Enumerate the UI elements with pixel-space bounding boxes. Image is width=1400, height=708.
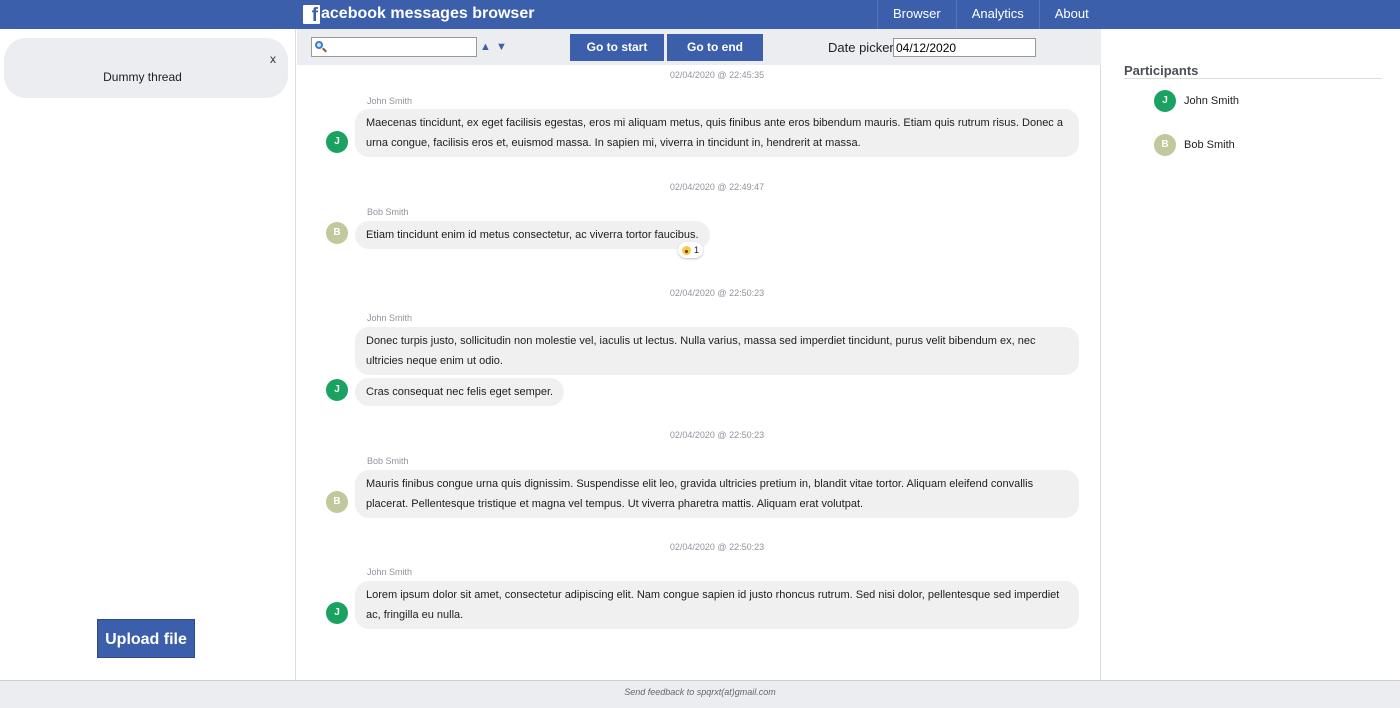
message-bubble: Etiam tincidunt enim id metus consectetu…	[355, 221, 710, 249]
search-box	[311, 37, 477, 57]
date-picker-input[interactable]	[893, 38, 1036, 57]
upload-file-button[interactable]: Upload file	[97, 619, 195, 658]
message-sender: Bob Smith	[367, 456, 409, 466]
message-bubble: Donec turpis justo, sollicitudin non mol…	[355, 327, 1079, 375]
message-timestamp: 02/04/2020 @ 22:50:23	[669, 288, 765, 298]
thread-name: Dummy thread	[103, 70, 182, 84]
participants-sidebar: Participants J John Smith B Bob Smith	[1102, 29, 1400, 680]
message-timestamp: 02/04/2020 @ 22:45:35	[669, 70, 765, 80]
avatar: J	[326, 131, 348, 153]
app-brand[interactable]: f acebook messages browser	[303, 3, 534, 25]
search-icon	[314, 40, 327, 54]
participant-name: Bob Smith	[1184, 139, 1235, 151]
thread-item[interactable]: x Dummy thread	[4, 38, 288, 98]
message-sender: John Smith	[367, 313, 413, 323]
avatar: B	[1154, 134, 1176, 156]
close-thread-icon[interactable]: x	[270, 52, 276, 66]
avatar: J	[1154, 90, 1176, 112]
search-input[interactable]	[319, 38, 476, 56]
message-reaction[interactable]: 1	[678, 242, 704, 258]
nav-about[interactable]: About	[1038, 0, 1104, 29]
app-title: acebook messages browser	[321, 5, 535, 22]
messages-toolbar: ▲ ▼ Go to start Go to end Date picker:	[297, 29, 1101, 65]
message-bubble: Cras consequat nec felis eget semper.	[355, 378, 565, 406]
footer: Send feedback to spqrxt(at)gmail.com	[0, 680, 1400, 708]
wow-emoji-icon	[682, 245, 691, 255]
divider	[1124, 78, 1382, 79]
go-to-start-button[interactable]: Go to start	[570, 34, 664, 61]
participants-title: Participants	[1124, 63, 1199, 78]
search-next-arrow-icon[interactable]: ▼	[496, 40, 507, 54]
reaction-count: 1	[694, 245, 700, 255]
search-prev-arrow-icon[interactable]: ▲	[480, 40, 491, 54]
feedback-text: Send feedback to spqrxt(at)gmail.com	[624, 687, 776, 697]
message-timestamp: 02/04/2020 @ 22:49:47	[669, 182, 765, 192]
avatar: B	[326, 491, 348, 513]
message-sender: John Smith	[367, 567, 413, 577]
avatar: J	[326, 379, 348, 401]
message-timestamp: 02/04/2020 @ 22:50:23	[669, 542, 765, 552]
nav-analytics[interactable]: Analytics	[955, 0, 1039, 29]
participant-item[interactable]: B Bob Smith	[1154, 134, 1235, 156]
message-bubble: Lorem ipsum dolor sit amet, consectetur …	[355, 581, 1079, 629]
facebook-logo-icon: f	[303, 4, 320, 24]
top-bar: f acebook messages browser Browser Analy…	[0, 0, 1400, 29]
message-timestamp: 02/04/2020 @ 22:50:23	[669, 430, 765, 440]
message-sender: John Smith	[367, 96, 413, 106]
nav-browser[interactable]: Browser	[877, 0, 956, 29]
date-picker-label: Date picker:	[828, 40, 898, 55]
message-sender: Bob Smith	[367, 207, 409, 217]
message-bubble: Maecenas tincidunt, ex eget facilisis eg…	[355, 109, 1079, 157]
main-nav: Browser Analytics About	[877, 0, 1104, 29]
messages-pane[interactable]: 02/04/2020 @ 22:45:35 John Smith Maecena…	[297, 65, 1101, 680]
threads-sidebar: x Dummy thread Upload file	[0, 29, 296, 680]
avatar: J	[326, 602, 348, 624]
go-to-end-button[interactable]: Go to end	[667, 34, 763, 61]
message-bubble: Mauris finibus congue urna quis dignissi…	[355, 470, 1079, 518]
participant-item[interactable]: J John Smith	[1154, 90, 1239, 112]
avatar: B	[326, 222, 348, 244]
participant-name: John Smith	[1184, 95, 1240, 107]
